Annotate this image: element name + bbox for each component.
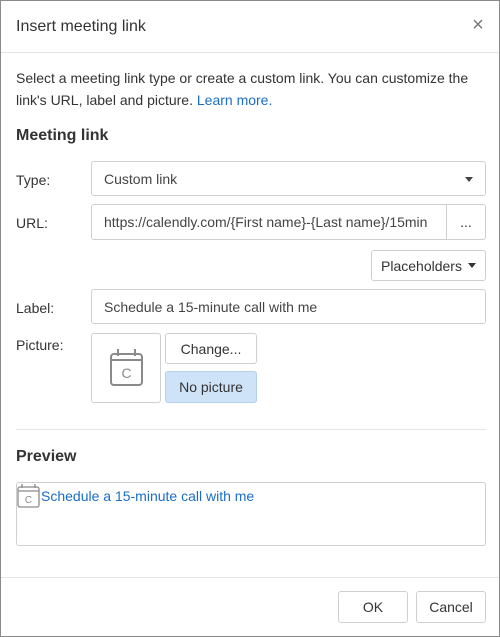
picture-label: Picture:: [16, 337, 64, 353]
calendar-icon-letter: C: [121, 365, 131, 381]
placeholders-button[interactable]: Placeholders: [371, 250, 486, 281]
caret-down-icon: [467, 263, 476, 268]
type-label: Type:: [16, 172, 51, 188]
preview-link[interactable]: Schedule a 15-minute call with me: [41, 488, 254, 504]
preview-box: C Schedule a 15-minute call with me: [16, 482, 486, 546]
url-more-button-label: ...: [460, 214, 472, 230]
label-input-value: Schedule a 15-minute call with me: [104, 298, 318, 315]
url-input-value: https://calendly.com/{First name}-{Last …: [104, 214, 428, 230]
insert-meeting-link-dialog: Insert meeting link × Select a meeting l…: [0, 0, 500, 637]
calendar-icon: C: [110, 349, 143, 386]
placeholders-button-label: Placeholders: [381, 257, 462, 274]
meeting-link-section-title: Meeting link: [16, 127, 109, 144]
chevron-down-icon: [465, 177, 473, 182]
type-select[interactable]: Custom link: [91, 161, 486, 196]
footer-divider: [1, 577, 499, 578]
label-input[interactable]: Schedule a 15-minute call with me: [91, 289, 486, 324]
calendar-icon: C: [17, 484, 40, 508]
picture-preview: C: [91, 333, 161, 403]
preview-section-title: Preview: [16, 448, 77, 465]
cancel-button[interactable]: Cancel: [416, 591, 486, 623]
url-label: URL:: [16, 215, 48, 231]
url-more-button[interactable]: ...: [446, 204, 486, 240]
change-picture-button-label: Change...: [180, 340, 242, 357]
dialog-header: Insert meeting link ×: [1, 1, 499, 53]
learn-more-link[interactable]: Learn more.: [197, 92, 272, 108]
label-label: Label:: [16, 300, 55, 316]
intro-text: Select a meeting link type or create a c…: [16, 67, 486, 111]
ok-button[interactable]: OK: [338, 591, 408, 623]
url-input[interactable]: https://calendly.com/{First name}-{Last …: [91, 204, 447, 240]
section-divider: [16, 429, 486, 430]
ok-button-label: OK: [362, 599, 384, 615]
preview-icon-letter: C: [25, 495, 32, 506]
cancel-button-label: Cancel: [429, 599, 473, 615]
close-icon[interactable]: ×: [469, 15, 487, 35]
type-select-value: Custom link: [104, 170, 178, 187]
change-picture-button[interactable]: Change...: [165, 333, 257, 364]
no-picture-button[interactable]: No picture: [165, 371, 257, 403]
dialog-title: Insert meeting link: [16, 18, 146, 35]
no-picture-button-label: No picture: [179, 379, 243, 395]
